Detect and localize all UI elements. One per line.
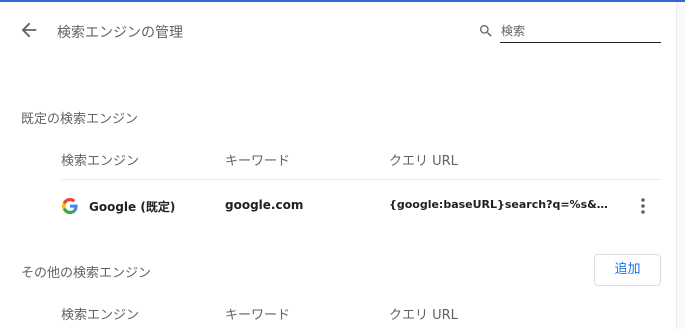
col-header-query-url: クエリ URL (389, 154, 458, 169)
table-row: Google (既定) google.com {google:baseURL}s… (0, 186, 677, 226)
col-header-engine-other: 検索エンジン (61, 308, 140, 323)
search-icon (480, 25, 492, 37)
search-engines-page: 検索エンジンの管理 既定の検索エンジン 検索エンジン キーワード クエリ URL… (0, 2, 677, 329)
page-header: 検索エンジンの管理 (0, 2, 677, 60)
add-engine-button[interactable]: 追加 (594, 254, 661, 286)
arrow-back-icon[interactable] (18, 19, 40, 41)
other-engines-title: その他の検索エンジン (21, 266, 152, 281)
google-logo-icon (62, 198, 78, 214)
search-field (478, 20, 661, 44)
engine-keyword: google.com (225, 198, 304, 212)
col-header-engine: 検索エンジン (61, 154, 140, 169)
col-header-keyword: キーワード (225, 154, 291, 169)
search-input[interactable] (500, 20, 661, 43)
header-divider (61, 179, 661, 180)
engine-name: Google (既定) (89, 200, 176, 214)
more-vert-icon[interactable] (635, 196, 651, 216)
default-engines-title: 既定の検索エンジン (21, 112, 139, 127)
page-title: 検索エンジンの管理 (57, 25, 183, 41)
col-header-query-url-other: クエリ URL (389, 308, 458, 323)
col-header-keyword-other: キーワード (225, 308, 291, 323)
scrollbar-track[interactable] (676, 2, 685, 329)
engine-query-url: {google:baseURL}search?q=%s&{go… (389, 198, 611, 211)
